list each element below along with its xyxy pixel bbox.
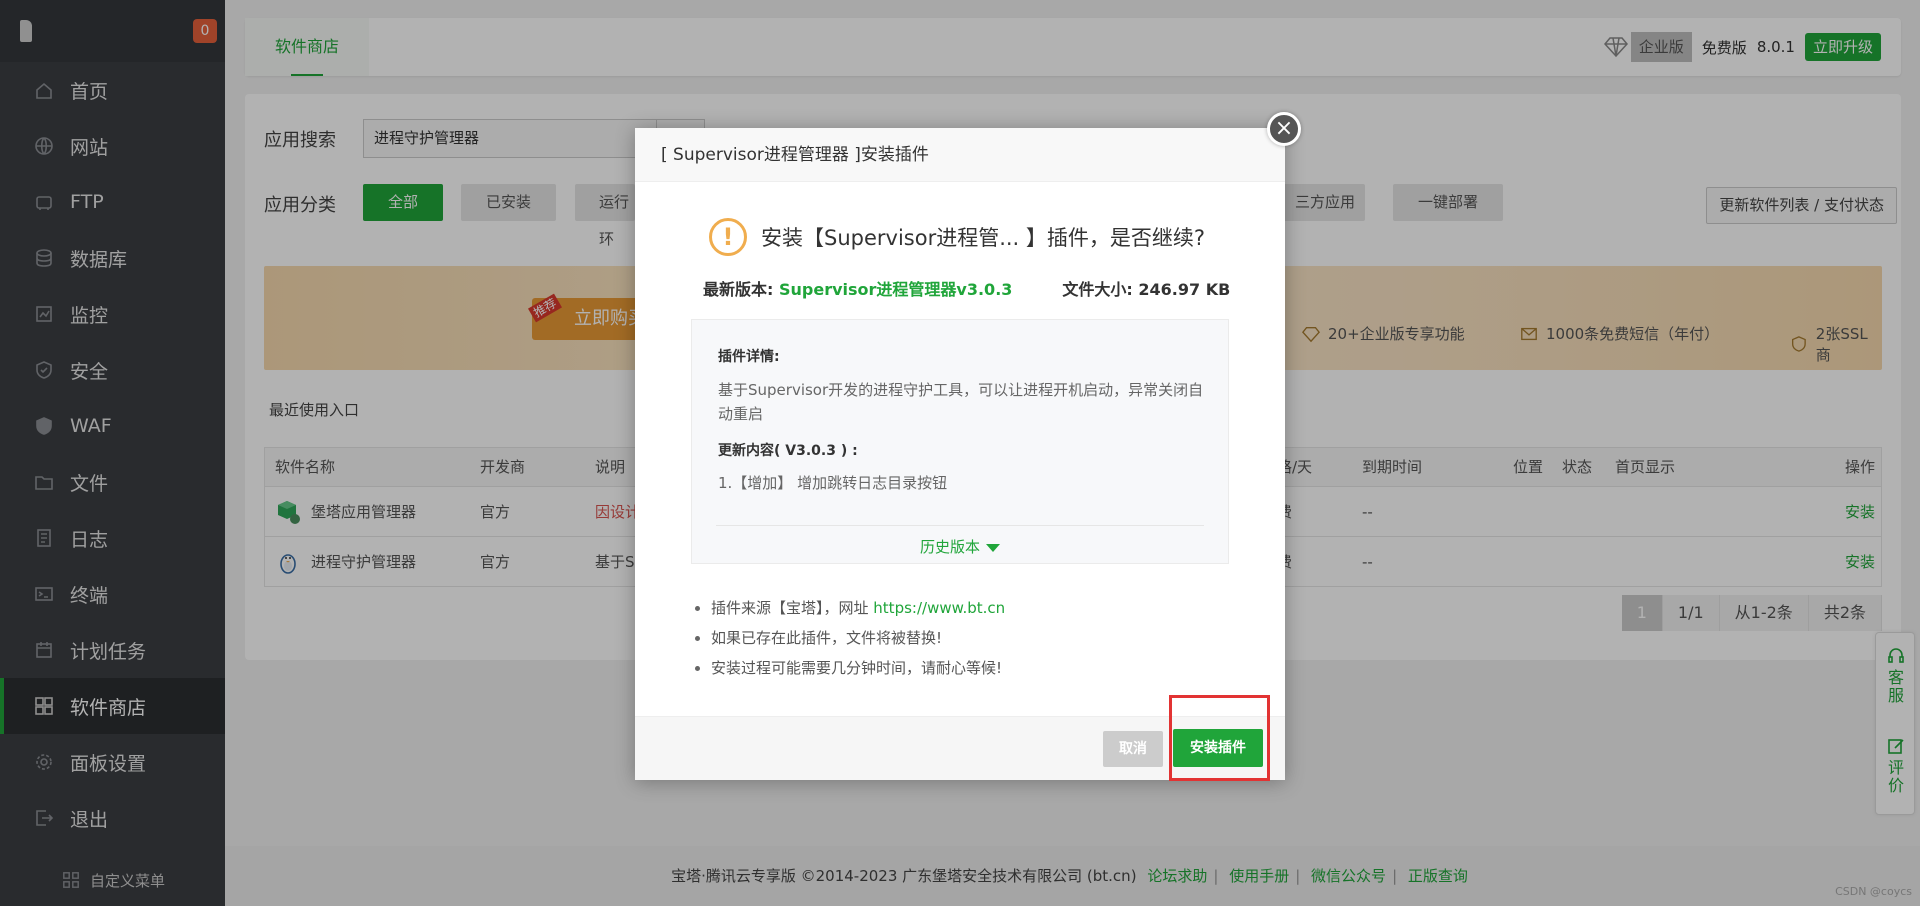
bt-website-link[interactable]: https://www.bt.cn — [873, 599, 1005, 617]
list-item: 安装过程可能需要几分钟时间，请耐心等候! — [691, 653, 1005, 683]
detail-text: 基于Supervisor开发的进程守护工具，可以让进程开机启动，异常关闭自动重启 — [718, 381, 1204, 423]
latest-version-value: Supervisor进程管理器v3.0.3 — [778, 280, 1013, 299]
list-item: 如果已存在此插件，文件将被替换! — [691, 623, 1005, 653]
dialog-title: [ Supervisor进程管理器 ]安装插件 — [635, 128, 1285, 182]
dialog-question: ! 安装【Supervisor进程管... 】插件，是否继续? — [709, 218, 1205, 256]
warning-icon: ! — [709, 218, 747, 256]
detail-title: 插件详情: — [718, 349, 780, 365]
close-icon[interactable]: × — [1267, 112, 1301, 146]
history-label: 历史版本 — [919, 538, 980, 556]
question-text: 安装【Supervisor进程管... 】插件，是否继续? — [761, 226, 1206, 250]
history-version-toggle[interactable]: 历史版本 — [716, 525, 1204, 557]
note-source: 插件来源【宝塔】，网址 — [711, 599, 869, 617]
list-item: 插件来源【宝塔】，网址 https://www.bt.cn — [691, 593, 1005, 623]
file-size-label: 文件大小: — [1062, 280, 1133, 299]
update-title: 更新内容( V3.0.3 ) : — [718, 443, 858, 459]
caret-down-icon — [986, 543, 1000, 552]
highlight-box — [1169, 695, 1270, 781]
version-info: 最新版本: Supervisor进程管理器v3.0.3 文件大小: 246.97… — [703, 276, 1230, 300]
file-size-value: 246.97 KB — [1138, 280, 1231, 299]
latest-version-label: 最新版本: — [703, 280, 774, 299]
update-item: 1.【增加】 增加跳转日志目录按钮 — [718, 474, 948, 492]
install-plugin-dialog: [ Supervisor进程管理器 ]安装插件 × ! 安装【Superviso… — [635, 112, 1301, 780]
plugin-details-box: 插件详情: 基于Supervisor开发的进程守护工具，可以让进程开机启动，异常… — [691, 319, 1229, 564]
cancel-button[interactable]: 取消 — [1103, 731, 1163, 767]
install-notes: 插件来源【宝塔】，网址 https://www.bt.cn 如果已存在此插件，文… — [691, 593, 1005, 683]
